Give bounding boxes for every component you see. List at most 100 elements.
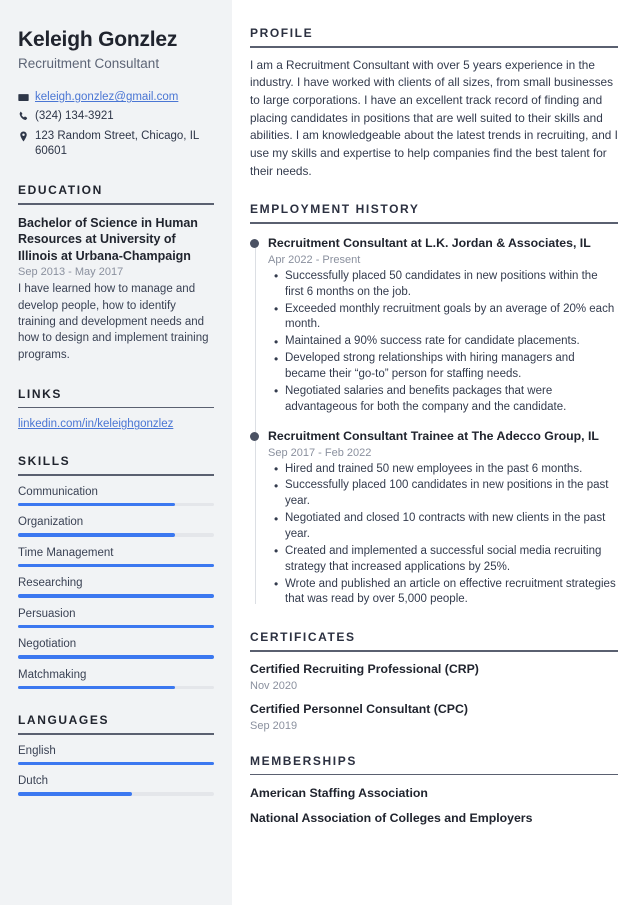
skill-bar-track xyxy=(18,655,214,659)
skill-row: Researching xyxy=(18,577,214,598)
languages-heading: LANGUAGES xyxy=(18,713,110,728)
education-title: Bachelor of Science in Human Resources a… xyxy=(18,215,198,263)
certificates-list: Certified Recruiting Professional (CRP) N… xyxy=(250,662,618,732)
certificate-title: Certified Personnel Consultant (CPC) xyxy=(250,701,468,716)
skill-bar-track xyxy=(18,624,214,629)
employment-timeline: Recruitment Consultant at L.K. Jordan & … xyxy=(250,236,618,608)
memberships-list: American Staffing Association National As… xyxy=(250,786,618,827)
membership-item: American Staffing Association xyxy=(250,786,428,801)
certificate-date: Sep 2019 xyxy=(250,719,298,732)
education-heading: EDUCATION xyxy=(18,183,103,198)
contact-phone-text: (324) 134-3921 xyxy=(35,110,114,123)
language-bar-track xyxy=(18,792,214,796)
job-bullet: Developed strong relationships with hiri… xyxy=(268,351,618,383)
skill-row: Communication xyxy=(18,486,214,507)
language-label: Dutch xyxy=(18,775,49,788)
skills-divider xyxy=(18,474,214,476)
contact-list: keleigh.gonzlez@gmail.com (324) 134-3921… xyxy=(18,90,214,159)
job-bullet: Negotiated and closed 10 contracts with … xyxy=(268,511,618,543)
languages-list: English Dutch xyxy=(18,745,214,796)
certificate-item: Certified Recruiting Professional (CRP) N… xyxy=(250,662,618,692)
job-entry: Recruitment Consultant at L.K. Jordan & … xyxy=(250,235,618,416)
job-bullet-list: Hired and trained 50 new employees in th… xyxy=(268,461,618,609)
skill-bar-track xyxy=(18,594,214,598)
skill-row: Organization xyxy=(18,516,214,537)
contact-email-text[interactable]: keleigh.gonzlez@gmail.com xyxy=(35,90,178,105)
profile-divider xyxy=(250,46,618,48)
section-memberships: MEMBERSHIPS American Staffing Associatio… xyxy=(250,754,618,827)
memberships-heading: MEMBERSHIPS xyxy=(250,753,357,768)
job-entry: Recruitment Consultant Trainee at The Ad… xyxy=(250,428,618,609)
section-links: LINKS linkedin.com/in/keleighgonzlez xyxy=(18,386,214,430)
skill-label: Time Management xyxy=(18,546,114,559)
skill-label: Communication xyxy=(18,485,98,498)
map-pin-icon xyxy=(18,129,35,142)
language-bar-track xyxy=(18,761,214,766)
certificate-title: Certified Recruiting Professional (CRP) xyxy=(250,661,479,676)
skills-list: Communication Organization Time Management… xyxy=(18,486,214,690)
job-title: Recruitment Consultant Trainee at The Ad… xyxy=(268,428,599,443)
section-certificates: CERTIFICATES Certified Recruiting Profes… xyxy=(250,630,618,732)
skill-row: Matchmaking xyxy=(18,669,214,690)
section-skills: SKILLS Communication Organization Time Man… xyxy=(18,454,214,690)
employment-heading: EMPLOYMENT HISTORY xyxy=(250,202,420,217)
envelope-icon xyxy=(18,90,35,103)
education-date: Sep 2013 - May 2017 xyxy=(18,266,124,279)
skill-bar-fill xyxy=(18,655,214,659)
timeline-dot-icon xyxy=(250,238,259,248)
languages-divider xyxy=(18,733,214,735)
skill-label: Researching xyxy=(18,577,83,590)
profile-heading: PROFILE xyxy=(250,26,314,40)
skill-bar-track xyxy=(18,533,214,537)
language-bar-fill xyxy=(18,761,214,766)
skill-bar-fill xyxy=(18,502,175,507)
skill-row: Time Management xyxy=(18,547,214,568)
job-bullet: Created and implemented a successful soc… xyxy=(268,543,618,576)
language-row: Dutch xyxy=(18,775,214,796)
section-profile: PROFILE I am a Recruitment Consultant wi… xyxy=(250,26,618,180)
certificate-date: Nov 2020 xyxy=(250,679,298,692)
education-description: I have learned how to manage and develop… xyxy=(18,283,209,361)
profile-text: I am a Recruitment Consultant with over … xyxy=(250,57,618,178)
skill-bar-fill xyxy=(18,533,175,537)
contact-email[interactable]: keleigh.gonzlez@gmail.com xyxy=(18,90,214,105)
skill-row: Negotiation xyxy=(18,638,214,659)
job-bullet: Negotiated salaries and benefits package… xyxy=(268,383,618,416)
education-entry: Bachelor of Science in Human Resources a… xyxy=(18,215,214,363)
resume-page: Keleigh Gonzlez Recruitment Consultant k… xyxy=(0,0,640,905)
main-column: PROFILE I am a Recruitment Consultant wi… xyxy=(232,0,640,905)
certificate-item: Certified Personnel Consultant (CPC) Sep … xyxy=(250,702,618,732)
timeline-dot-icon xyxy=(250,431,259,441)
skill-bar-track xyxy=(18,563,214,568)
language-label: English xyxy=(18,744,56,757)
candidate-job-title: Recruitment Consultant xyxy=(18,56,160,72)
job-bullet: Exceeded monthly recruitment goals by an… xyxy=(268,301,618,334)
contact-phone: (324) 134-3921 xyxy=(18,109,214,124)
job-date: Sep 2017 - Feb 2022 xyxy=(268,446,372,459)
language-row: English xyxy=(18,745,214,766)
skill-bar-track xyxy=(18,685,214,690)
link-linkedin[interactable]: linkedin.com/in/keleighgonzlez xyxy=(18,418,214,430)
membership-item: National Association of Colleges and Emp… xyxy=(250,811,533,826)
job-bullet-list: Successfully placed 50 candidates in new… xyxy=(268,268,618,416)
section-languages: LANGUAGES English Dutch xyxy=(18,713,214,796)
job-bullet: Hired and trained 50 new employees in th… xyxy=(268,461,618,477)
links-divider xyxy=(18,406,214,409)
language-bar-fill xyxy=(18,792,132,796)
certificates-divider xyxy=(250,650,618,652)
skill-bar-fill xyxy=(18,685,175,690)
links-heading: LINKS xyxy=(18,386,62,401)
job-bullet: Maintained a 90% success rate for candid… xyxy=(268,334,618,350)
section-employment: EMPLOYMENT HISTORY Recruitment Consultan… xyxy=(250,202,618,608)
employment-divider xyxy=(250,222,618,224)
skill-row: Persuasion xyxy=(18,608,214,629)
skill-label: Persuasion xyxy=(18,607,76,620)
skill-bar-track xyxy=(18,502,214,507)
job-bullet: Successfully placed 50 candidates in new… xyxy=(268,268,618,301)
job-title: Recruitment Consultant at L.K. Jordan & … xyxy=(268,235,591,250)
education-divider xyxy=(18,203,214,205)
phone-icon xyxy=(18,109,35,122)
job-bullet: Wrote and published an article on effect… xyxy=(268,576,618,609)
skill-bar-fill xyxy=(18,594,214,598)
certificates-heading: CERTIFICATES xyxy=(250,630,356,645)
